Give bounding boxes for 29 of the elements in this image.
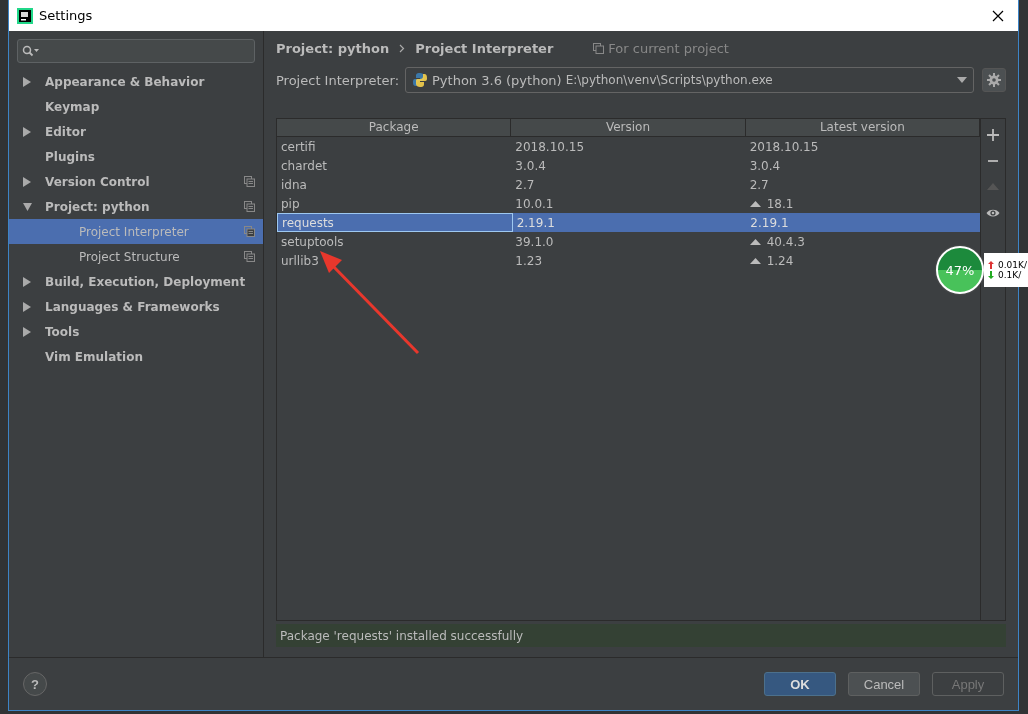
table-cell: certifi — [281, 139, 316, 154]
upload-rate: 0.01K/ — [998, 260, 1027, 270]
table-cell: 2.7 — [749, 177, 769, 192]
table-cell: 3.0.4 — [749, 158, 781, 173]
scope-note: For current project — [608, 40, 729, 56]
table-cell: 2018.10.15 — [749, 139, 819, 154]
table-cell: 1.24 — [766, 253, 794, 268]
field-label: Project Interpreter: — [276, 72, 400, 88]
table-cell: 40.4.3 — [766, 234, 805, 249]
table-cell: idna — [281, 177, 307, 192]
status-message: Package 'requests' installed successfully — [276, 624, 1006, 647]
breadcrumb-item: Project: python — [276, 40, 390, 56]
table-cell: 2018.10.15 — [515, 139, 585, 154]
table-cell: 3.0.4 — [515, 158, 546, 173]
table-cell: 2.19.1 — [516, 215, 555, 230]
table-cell: 2.19.1 — [750, 215, 789, 230]
table-cell: chardet — [281, 158, 327, 173]
table-cell: 18.1 — [766, 196, 794, 211]
table-cell: requests — [282, 215, 334, 230]
table-cell: pip — [281, 196, 300, 211]
download-rate: 0.1K/ — [998, 270, 1022, 280]
table-cell: urllib3 — [281, 253, 319, 268]
table-cell: 2.7 — [515, 177, 535, 192]
window-title: Settings — [39, 8, 93, 23]
table-cell: setuptools — [281, 234, 344, 249]
table-cell: 1.23 — [515, 253, 543, 268]
table-cell: 10.0.1 — [515, 196, 554, 211]
breadcrumb-item: Project Interpreter — [415, 40, 554, 56]
table-cell: 39.1.0 — [515, 234, 554, 249]
